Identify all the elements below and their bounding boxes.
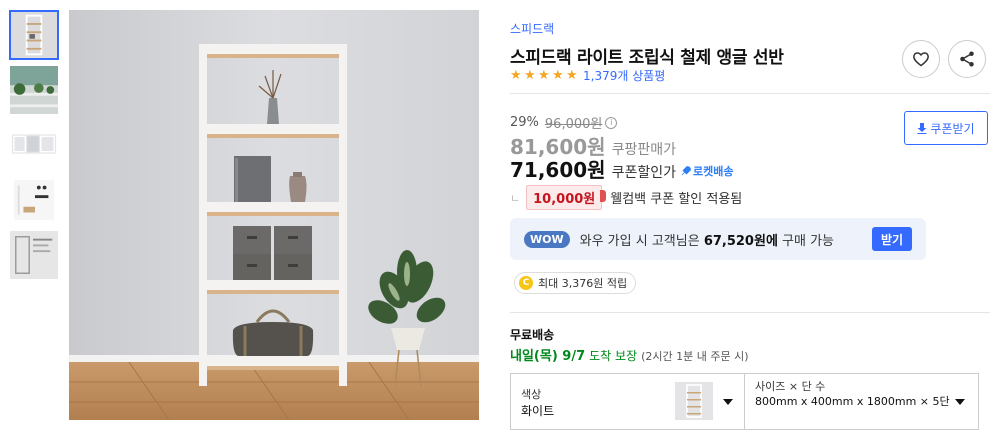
wow-text-before: 와우 가입 시 고객님은 <box>579 233 700 249</box>
coupon-download-button[interactable]: 쿠폰받기 <box>904 111 988 145</box>
original-price: 96,000원 <box>544 117 603 132</box>
share-icon <box>960 51 974 67</box>
branch-mark: ㄴ <box>510 191 521 205</box>
size-option-label: 사이즈 × 단 수 <box>755 380 826 393</box>
download-icon <box>917 122 927 134</box>
discount-rate: 29% <box>510 115 539 130</box>
wow-membership-banner: WOW 와우 가입 시 고객님은 67,520원에 구매 가능 받기 <box>510 218 926 260</box>
coupon-price-row: 71,600원 쿠폰할인가 로켓배송 <box>510 154 733 183</box>
star-icon: ★ <box>552 68 564 83</box>
cash-reward-pill: C 최대 3,376원 적립 <box>514 272 637 294</box>
delivery-info-row: 내일(목) 9/7 도착 보장 (2시간 1분 내 주문 시) <box>510 345 749 364</box>
product-title: 스피드랙 라이트 조립식 철제 앵글 선반 <box>510 48 784 68</box>
coupon-price: 71,600원 <box>510 158 606 182</box>
favorite-button[interactable] <box>902 40 940 78</box>
star-icon: ★ <box>524 68 536 83</box>
wow-amount: 67,520원에 <box>703 233 778 249</box>
rating-row: ★ ★ ★ ★ ★ 1,379개 상품평 <box>510 67 665 84</box>
welcome-coupon-text: 웰컴백 쿠폰 할인 적용됨 <box>610 192 743 207</box>
cash-reward-text: 최대 3,376원 적립 <box>538 277 628 290</box>
wow-badge: WOW <box>524 230 570 248</box>
welcome-coupon-row: ㄴ 10,000원 웰컴백 쿠폰 할인 적용됨 <box>510 185 742 210</box>
thumbnail-3[interactable] <box>9 120 59 170</box>
star-icon: ★ <box>538 68 550 83</box>
divider <box>510 312 990 313</box>
color-option-thumbnail <box>675 382 713 420</box>
thumbnail-5[interactable] <box>9 230 59 280</box>
wow-text-after: 구매 가능 <box>782 233 835 249</box>
rocket-delivery-label: 로켓배송 <box>692 165 734 178</box>
coin-icon: C <box>519 276 533 290</box>
welcome-coupon-amount: 10,000원 <box>526 185 607 210</box>
divider <box>510 93 990 94</box>
heart-icon <box>913 52 929 67</box>
chevron-down-icon <box>955 399 965 405</box>
rocket-delivery-badge: 로켓배송 <box>680 163 733 179</box>
size-option-select[interactable]: 사이즈 × 단 수 800mm x 400mm x 1800mm × 5단 <box>745 374 978 429</box>
star-icon: ★ <box>510 68 522 83</box>
info-icon[interactable]: i <box>605 116 618 129</box>
discount-row: 29% 96,000원 i <box>510 113 618 132</box>
delivery-cutoff-note: (2시간 1분 내 주문 시) <box>641 350 749 363</box>
shipping-title: 무료배송 <box>510 328 555 342</box>
color-option-select[interactable]: 색상 화이트 <box>511 374 745 429</box>
chevron-down-icon <box>723 399 733 405</box>
color-option-label: 색상 <box>521 388 542 401</box>
product-main-image <box>69 10 479 420</box>
share-button[interactable] <box>948 40 986 78</box>
star-icon: ★ <box>566 68 578 83</box>
brand-link[interactable]: 스피드랙 <box>510 20 554 37</box>
size-option-value: 800mm x 400mm x 1800mm × 5단 <box>755 395 950 408</box>
star-rating: ★ ★ ★ ★ ★ <box>510 69 579 82</box>
thumbnail-4[interactable] <box>9 175 59 225</box>
thumbnail-1[interactable] <box>9 10 59 60</box>
review-count-link[interactable]: 1,379개 상품평 <box>583 67 665 84</box>
coupon-price-label: 쿠폰할인가 <box>611 165 676 181</box>
delivery-date: 내일(목) 9/7 <box>510 349 586 364</box>
coupon-download-label: 쿠폰받기 <box>930 121 975 136</box>
rocket-icon <box>681 166 691 176</box>
option-selector: 색상 화이트 사이즈 × 단 수 800mm x 400mm x 1800mm … <box>510 373 979 430</box>
thumbnail-2[interactable] <box>9 65 59 115</box>
wow-receive-button[interactable]: 받기 <box>872 227 912 251</box>
thumbnail-list <box>9 10 61 285</box>
color-option-value: 화이트 <box>521 404 555 418</box>
delivery-guarantee: 도착 보장 <box>589 349 638 363</box>
